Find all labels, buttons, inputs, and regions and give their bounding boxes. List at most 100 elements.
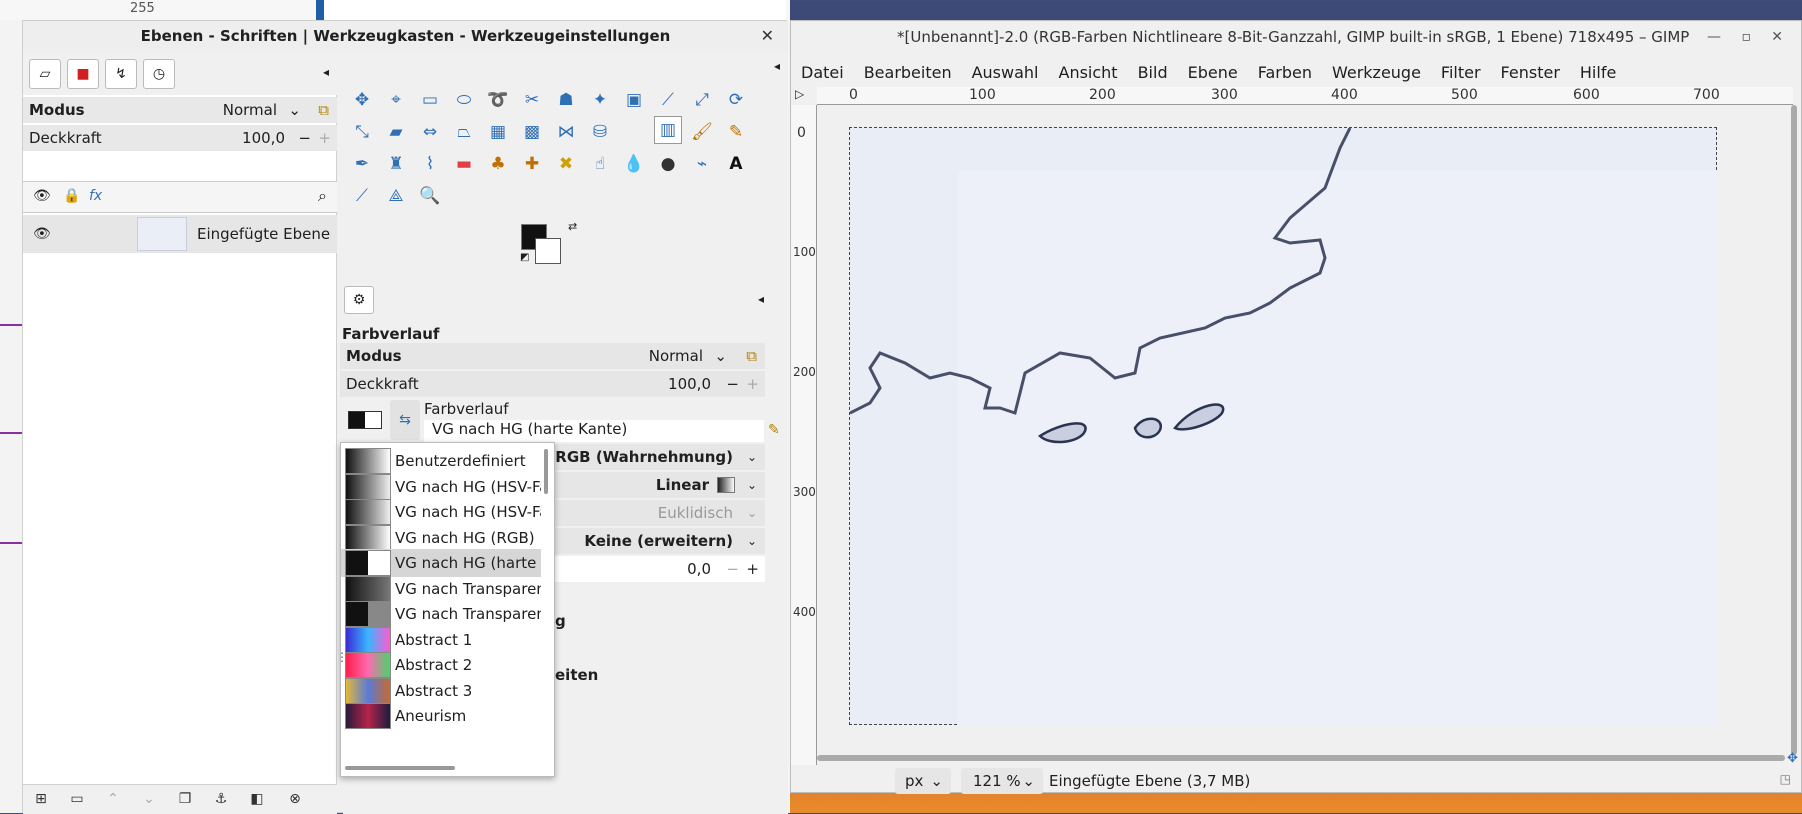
align-tool-icon[interactable]: ⌖ — [382, 86, 410, 114]
minus-icon[interactable]: − — [298, 129, 311, 147]
color-picker-icon[interactable]: ⟋ — [348, 182, 376, 210]
paths-tab-icon[interactable]: ↯ — [105, 59, 137, 89]
navigate-icon[interactable]: ✥ — [1787, 751, 1798, 766]
gradient-preview-swatch[interactable] — [348, 411, 382, 429]
shape-value[interactable]: Linear — [656, 476, 709, 494]
menu-werkzeuge[interactable]: Werkzeuge — [1332, 63, 1421, 82]
crop-icon[interactable]: ⟋ — [654, 86, 682, 114]
fx-icon[interactable]: fx — [89, 188, 102, 204]
plus-icon[interactable]: + — [318, 129, 331, 147]
vertical-scrollbar[interactable] — [1791, 105, 1797, 755]
foreground-select-icon[interactable]: ☗ — [552, 86, 580, 114]
gradient-list-item[interactable]: VG nach HG (harte Ka — [341, 549, 541, 577]
gradient-list-item[interactable]: Aneurism — [341, 702, 541, 730]
perspective-clone-icon[interactable]: ✖ — [552, 150, 580, 178]
menu-ansicht[interactable]: Ansicht — [1059, 63, 1118, 82]
chevron-down-icon[interactable]: ⌄ — [747, 506, 757, 520]
menu-auswahl[interactable]: Auswahl — [972, 63, 1039, 82]
panel-menu-icon[interactable]: ◂ — [774, 59, 780, 73]
menu-bild[interactable]: Bild — [1138, 63, 1168, 82]
scale-icon[interactable]: ⤡ — [348, 118, 376, 146]
raise-layer-icon[interactable]: ⌃ — [103, 791, 123, 809]
eye-icon[interactable]: 👁 — [33, 226, 51, 242]
mask-icon[interactable]: ◧ — [247, 791, 267, 809]
maximize-icon[interactable]: ▫ — [1742, 29, 1752, 45]
zoom-select[interactable]: 121 % ⌄ — [961, 768, 1043, 794]
gradient-list-item[interactable]: VG nach HG (HSV-Farb — [341, 473, 541, 501]
layers-tab-icon[interactable]: ▱ — [29, 59, 61, 89]
color-select-icon[interactable]: ▣ — [620, 86, 648, 114]
blur-icon[interactable]: 💧 — [620, 150, 648, 178]
menu-filter[interactable]: Filter — [1441, 63, 1481, 82]
minimize-icon[interactable]: — — [1707, 29, 1721, 45]
default-colors-icon[interactable]: ◩ — [520, 252, 529, 263]
ellipse-select-icon[interactable]: ⬭ — [450, 86, 478, 114]
rect-select-icon[interactable]: ▭ — [416, 86, 444, 114]
bucket-fill-icon[interactable]: ⛁ — [586, 118, 614, 146]
measure-icon[interactable]: ⟁ — [382, 182, 410, 210]
metric-value[interactable]: Euklidisch — [658, 504, 733, 522]
scissors-icon[interactable]: ✂ — [518, 86, 546, 114]
blend-color-space-value[interactable]: RGB (Wahrnehmung) — [555, 448, 733, 466]
anchor-layer-icon[interactable]: ⚓ — [211, 791, 231, 809]
fuzzy-select-icon[interactable]: ✦ — [586, 86, 614, 114]
chevron-down-icon[interactable]: ⌄ — [747, 534, 757, 548]
text-tool-icon[interactable]: A — [722, 150, 750, 178]
chevron-down-icon[interactable]: ⌄ — [714, 347, 727, 365]
tool-options-tab-icon[interactable]: ⚙ — [344, 286, 374, 314]
warp-icon[interactable]: ⟳ — [722, 86, 750, 114]
plus-icon[interactable]: + — [746, 375, 759, 393]
dodge-burn-icon[interactable]: ● — [654, 150, 682, 178]
plus-icon[interactable]: + — [746, 560, 759, 578]
layer-opacity-row[interactable]: Deckkraft 100,0 − + — [23, 125, 337, 151]
delete-layer-icon[interactable]: ⊗ — [285, 791, 305, 809]
paths-icon[interactable]: ⌁ — [688, 150, 716, 178]
transform-icon[interactable]: ⤢ — [688, 86, 716, 114]
gradient-list-item[interactable]: Abstract 3 — [341, 677, 541, 705]
zoom-tool-icon[interactable]: 🔍 — [416, 182, 444, 210]
gradient-list-item[interactable]: Benutzerdefiniert — [341, 447, 541, 475]
panel-menu-icon[interactable]: ◂ — [323, 65, 329, 79]
pencil-icon[interactable]: ✎ — [722, 118, 750, 146]
chevron-down-icon[interactable]: ⌄ — [747, 450, 757, 464]
cage-icon[interactable]: ⋈ — [552, 118, 580, 146]
history-tab-icon[interactable]: ◷ — [143, 59, 175, 89]
mypaint-icon[interactable]: ⌇ — [416, 150, 444, 178]
menu-farben[interactable]: Farben — [1258, 63, 1312, 82]
chevron-down-icon[interactable]: ⌄ — [747, 478, 757, 492]
composite-mode-icon[interactable]: ⧉ — [746, 347, 757, 365]
paintbrush-icon[interactable]: 🖌 — [688, 118, 716, 146]
minus-icon[interactable]: − — [726, 560, 739, 578]
ink-icon[interactable]: ♜ — [382, 150, 410, 178]
menu-ebene[interactable]: Ebene — [1188, 63, 1238, 82]
gradient-list-item[interactable]: VG nach HG (HSV-Farb — [341, 498, 541, 526]
clone-icon[interactable]: ♣ — [484, 150, 512, 178]
opacity-value[interactable]: 100,0 — [242, 129, 285, 147]
close-icon[interactable]: ✕ — [1771, 29, 1783, 45]
background-color-swatch[interactable] — [535, 238, 561, 264]
new-group-icon[interactable]: ▭ — [67, 791, 87, 809]
tool-mode-row[interactable]: Modus Normal ⌄ ⧉ — [340, 343, 765, 369]
panel-resize-handle[interactable]: ⋮ — [336, 650, 348, 664]
vertical-ruler[interactable]: 0 100 200 300 400 — [791, 105, 817, 765]
opacity-value[interactable]: 100,0 — [668, 375, 711, 393]
grid-icon[interactable]: ▦ — [484, 118, 512, 146]
unit-select[interactable]: px ⌄ — [895, 768, 951, 794]
swap-colors-icon[interactable]: ⇄ — [568, 220, 577, 233]
smudge-icon[interactable]: ☝ — [586, 150, 614, 178]
panel-menu-icon[interactable]: ◂ — [758, 292, 764, 306]
close-icon[interactable]: ✕ — [761, 26, 774, 45]
horizontal-ruler[interactable]: 0 100 200 300 400 500 600 700 — [817, 87, 1793, 105]
offset-value[interactable]: 0,0 — [687, 560, 711, 578]
eraser-icon[interactable]: ▬ — [450, 150, 478, 178]
chevron-down-icon[interactable]: ⌄ — [288, 101, 301, 119]
composite-mode-icon[interactable]: ⧉ — [318, 101, 329, 119]
new-layer-icon[interactable]: ⊞ — [31, 791, 51, 809]
airbrush-icon[interactable]: ✒ — [348, 150, 376, 178]
shear-icon[interactable]: ▰ — [382, 118, 410, 146]
gradient-list-item[interactable]: VG nach Transparent — [341, 575, 541, 603]
lock-icon[interactable]: 🔒 — [63, 188, 80, 204]
move-tool-icon[interactable]: ✥ — [348, 86, 376, 114]
horizontal-scrollbar[interactable] — [817, 755, 1785, 761]
gradient-list-item[interactable]: Abstract 1 — [341, 626, 541, 654]
